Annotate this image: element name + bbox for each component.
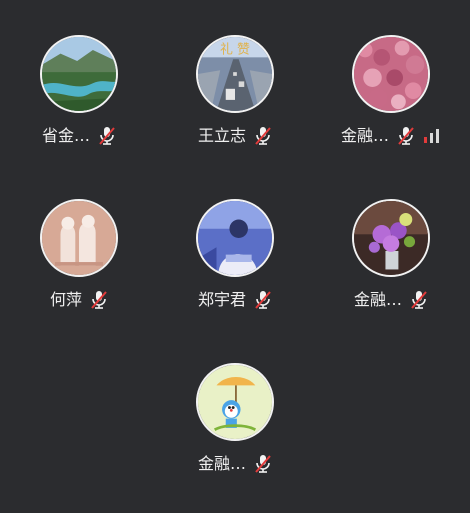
signal-strength-icon	[423, 127, 441, 145]
participant-tile[interactable]: 郑宇君	[165, 199, 305, 349]
participant-tile[interactable]: 金融…	[321, 35, 461, 185]
landscape-river-avatar	[40, 35, 118, 113]
mic-muted-icon[interactable]	[98, 126, 116, 146]
mic-muted-icon[interactable]	[90, 290, 108, 310]
blue-portrait-avatar	[196, 199, 274, 277]
svg-text:礼 赞: 礼 赞	[220, 42, 250, 58]
participant-name: 金融…	[197, 454, 246, 473]
participant-name: 王立志	[197, 126, 246, 145]
participant-name: 金融…	[353, 290, 402, 309]
participant-tile[interactable]: 金融…	[321, 199, 461, 349]
participant-tile[interactable]: 省金…	[9, 35, 149, 185]
participant-tile[interactable]: 何萍	[9, 199, 149, 349]
participant-name: 郑宇君	[197, 290, 246, 309]
mic-muted-icon[interactable]	[254, 126, 272, 146]
highway-city-avatar: 礼 赞	[196, 35, 274, 113]
pink-petals-avatar	[352, 35, 430, 113]
mic-muted-icon[interactable]	[254, 454, 272, 474]
cartoon-umbrella-avatar	[196, 363, 274, 441]
participant-name: 省金…	[41, 126, 90, 145]
mic-muted-icon[interactable]	[254, 290, 272, 310]
flowers-vase-avatar	[352, 199, 430, 277]
participant-name: 何萍	[49, 290, 82, 309]
mic-muted-icon[interactable]	[397, 126, 415, 146]
participant-name: 金融…	[340, 126, 389, 145]
participant-grid: 省金… 礼 赞 王立志 金融… 何萍 郑宇君 金融… 金融…	[0, 0, 470, 500]
mic-muted-icon[interactable]	[410, 290, 428, 310]
sketch-couple-avatar	[40, 199, 118, 277]
participant-tile[interactable]: 金融…	[165, 363, 305, 513]
participant-tile[interactable]: 礼 赞 王立志	[165, 35, 305, 185]
